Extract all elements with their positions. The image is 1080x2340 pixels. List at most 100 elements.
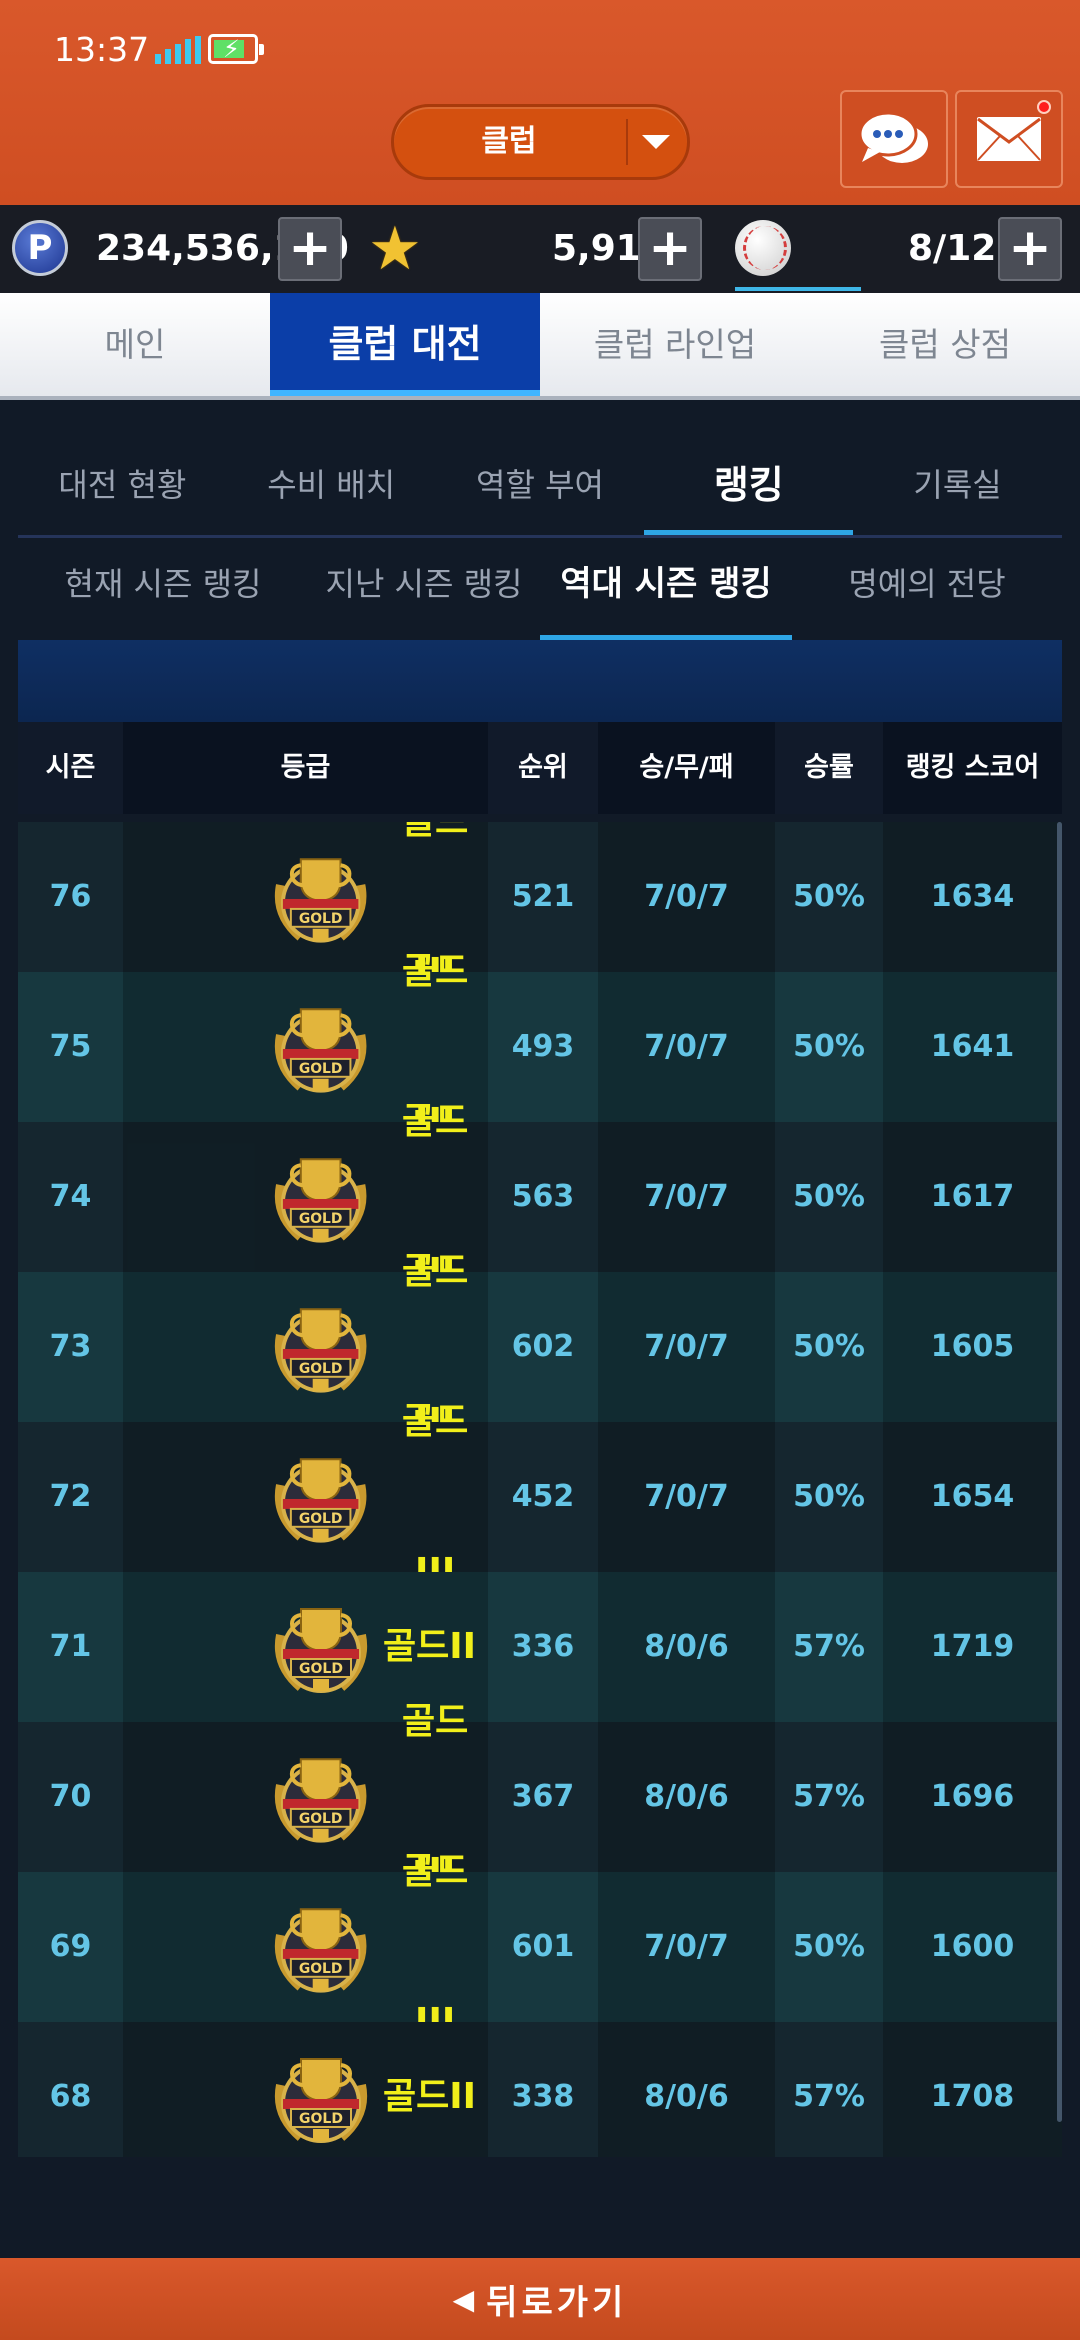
grade-cell: GOLD 골드III: [123, 1401, 488, 1592]
season-cell: 76: [49, 879, 92, 914]
badge-text: GOLD: [299, 1511, 343, 1527]
club-dropdown[interactable]: 클럽: [391, 104, 690, 180]
signal-icon: [155, 36, 201, 64]
gold-trophy-badge-icon: GOLD: [275, 2058, 367, 2143]
gold-trophy-badge-icon: GOLD: [274, 1008, 367, 1093]
chevron-left-icon: ◀: [452, 2282, 475, 2316]
tab-ranking[interactable]: 랭킹: [644, 440, 854, 535]
dropdown-divider: [626, 119, 628, 165]
rank-cell: 338: [511, 2079, 575, 2114]
badge-text: GOLD: [299, 1061, 343, 1077]
gold-trophy-badge-icon: GOLD: [274, 1158, 367, 1243]
table-row: 73 GOLD 골드III 602 7/0/7 50% 1605: [18, 1251, 1062, 1442]
rank-cell: 367: [511, 1779, 575, 1814]
add-stars-button[interactable]: +: [638, 217, 702, 281]
record-cell: 8/0/6: [598, 1722, 775, 1872]
tab-club-battle[interactable]: 클럽 대전: [270, 293, 540, 396]
table-row: 72 GOLD 골드III 452 7/0/7 50% 1654: [18, 1401, 1062, 1592]
grade-cell: GOLD 골드III: [123, 1851, 488, 2042]
grade-cell: GOLD 골드II: [123, 2022, 488, 2157]
badge-text: GOLD: [299, 911, 343, 927]
table-row: 76 GOLD 골드III 521 7/0/7 50% 1634: [18, 822, 1062, 992]
club-dropdown-label: 클럽: [481, 124, 537, 159]
tab-club-lineup[interactable]: 클럽 라인업: [540, 293, 810, 396]
rank-cell: 521: [511, 879, 575, 914]
gold-trophy-badge-icon: GOLD: [274, 858, 367, 943]
sub-tabs: 대전 현황 수비 배치 역할 부여 랭킹 기록실: [18, 440, 1062, 538]
season-cell: 68: [49, 2079, 92, 2114]
tab-main[interactable]: 메인: [0, 293, 270, 396]
main-tabs: 메인 클럽 대전 클럽 라인업 클럽 상점: [0, 293, 1080, 400]
header-grade: 등급: [123, 722, 488, 814]
score-cell: 1617: [883, 1122, 1062, 1272]
badge-text: GOLD: [299, 1661, 343, 1677]
score-cell: 1641: [883, 972, 1062, 1122]
header-ranking-score: 랭킹 스코어: [883, 722, 1062, 814]
badge-text: GOLD: [299, 1961, 343, 1977]
gold-trophy-badge-icon: GOLD: [275, 1608, 367, 1693]
mail-icon: [977, 117, 1041, 161]
tab-current-season[interactable]: 현재 시즌 랭킹: [18, 540, 308, 640]
win-rate-cell: 57%: [793, 1779, 865, 1814]
top-header: 13:37 ⚡ 클럽: [0, 0, 1080, 205]
back-button[interactable]: ◀ 뒤로가기: [0, 2258, 1080, 2340]
table-row: 69 GOLD 골드III 601 7/0/7 50% 1600: [18, 1851, 1062, 2042]
add-stamina-button[interactable]: +: [998, 217, 1062, 281]
score-cell: 1634: [883, 822, 1062, 972]
season-tabs: 현재 시즌 랭킹 지난 시즌 랭킹 역대 시즌 랭킹 명예의 전당: [18, 540, 1062, 640]
score-cell: 1600: [883, 1872, 1062, 2022]
rank-cell: 452: [511, 1479, 575, 1514]
record-cell: 8/0/6: [598, 1572, 775, 1722]
tab-club-shop[interactable]: 클럽 상점: [810, 293, 1080, 396]
chat-button[interactable]: [840, 90, 948, 188]
baseball-icon: [735, 220, 791, 276]
win-rate-cell: 57%: [793, 1629, 865, 1664]
back-label: 뒤로가기: [486, 2282, 628, 2323]
ranking-table[interactable]: 76 GOLD 골드III 521 7/0/7 50% 1634 75: [18, 822, 1062, 2157]
tab-role-assign[interactable]: 역할 부여: [436, 440, 645, 535]
score-cell: 1708: [883, 2022, 1062, 2157]
tab-defense-setup[interactable]: 수비 배치: [227, 440, 436, 535]
tab-last-season[interactable]: 지난 시즌 랭킹: [308, 540, 540, 640]
score-cell: 1696: [883, 1722, 1062, 1872]
table-row: 74 GOLD 골드III 563 7/0/7 50% 1617: [18, 1101, 1062, 1292]
header-record: 승/무/패: [598, 722, 775, 814]
add-points-button[interactable]: +: [278, 217, 342, 281]
points-icon: P: [12, 220, 68, 276]
season-cell: 74: [49, 1179, 92, 1214]
tab-hall-of-fame[interactable]: 명예의 전당: [792, 540, 1062, 640]
badge-text: GOLD: [299, 2111, 343, 2127]
rank-cell: 336: [511, 1629, 575, 1664]
score-cell: 1605: [883, 1272, 1062, 1422]
record-cell: 7/0/7: [598, 972, 775, 1122]
rank-cell: 493: [511, 1029, 575, 1064]
win-rate-cell: 50%: [793, 879, 865, 914]
record-cell: 8/0/6: [598, 2022, 775, 2157]
win-rate-cell: 50%: [793, 1179, 865, 1214]
tab-records[interactable]: 기록실: [853, 440, 1062, 535]
notification-dot: [1037, 100, 1051, 114]
rank-cell: 601: [511, 1929, 575, 1964]
rank-cell: 602: [511, 1329, 575, 1364]
badge-text: GOLD: [299, 1211, 343, 1227]
header-win-rate: 승률: [804, 752, 854, 783]
status-time: 13:37: [54, 30, 150, 69]
record-cell: 7/0/7: [598, 1272, 775, 1422]
table-scrollbar[interactable]: [1057, 822, 1062, 2122]
stamina-progress: [735, 287, 861, 291]
table-row: 68 GOLD 골드II 338 8/0/6 57% 1708: [18, 2022, 1062, 2157]
record-cell: 7/0/7: [598, 1872, 775, 2022]
gold-trophy-badge-icon: GOLD: [274, 1908, 367, 1993]
battery-icon: ⚡: [208, 34, 264, 64]
record-cell: 7/0/7: [598, 822, 775, 972]
tab-all-seasons[interactable]: 역대 시즌 랭킹: [540, 540, 792, 640]
mail-button[interactable]: [955, 90, 1063, 188]
table-row: 75 GOLD 골드III 493 7/0/7 50% 1641: [18, 951, 1062, 1142]
gold-trophy-badge-icon: GOLD: [274, 1308, 367, 1393]
win-rate-cell: 50%: [793, 1029, 865, 1064]
win-rate-cell: 50%: [793, 1479, 865, 1514]
star-icon: ★: [368, 214, 422, 284]
season-cell: 71: [49, 1629, 92, 1664]
badge-text: GOLD: [299, 1811, 343, 1827]
tab-battle-status[interactable]: 대전 현황: [18, 440, 227, 535]
